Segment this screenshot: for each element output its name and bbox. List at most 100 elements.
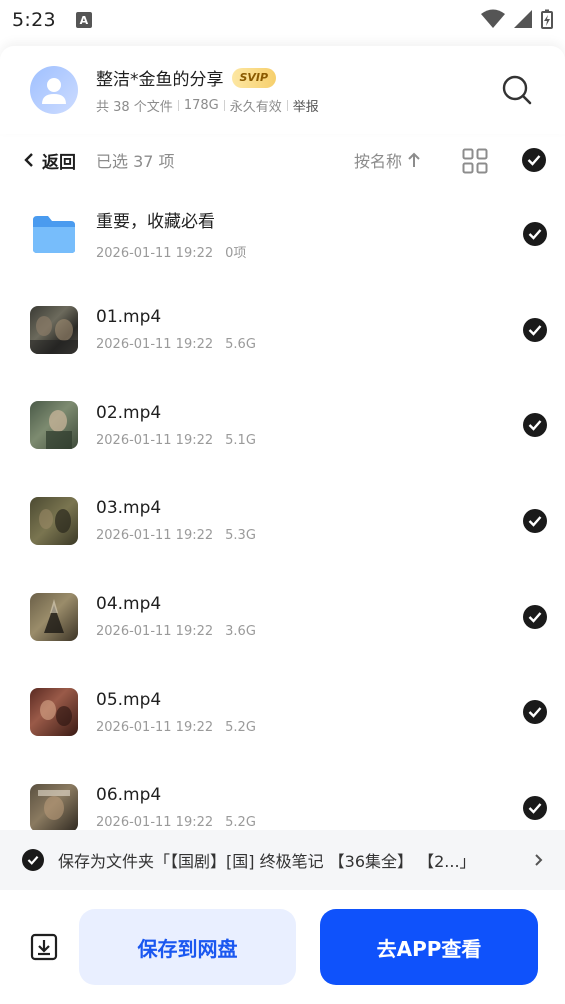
check-icon — [528, 611, 542, 623]
battery-icon — [541, 9, 553, 29]
check-icon — [528, 229, 542, 240]
list-item[interactable]: 03.mp4 2026-01-11 19:22 5.3G — [0, 473, 565, 569]
file-info: 04.mp4 2026-01-11 19:22 3.6G — [96, 594, 523, 639]
select-all-checkbox[interactable] — [522, 148, 546, 172]
report-link[interactable]: 举报 — [293, 96, 319, 115]
status-time: 5:23 — [12, 9, 56, 31]
status-bar: 5:23 A — [0, 0, 565, 40]
item-checkbox[interactable] — [523, 795, 547, 820]
file-info: 01.mp4 2026-01-11 19:22 5.6G — [96, 307, 523, 352]
file-name: 04.mp4 — [96, 594, 162, 615]
save-path-checkbox[interactable] — [22, 849, 44, 871]
share-meta: 共 38 个文件 178G 永久有效 举报 — [96, 96, 499, 115]
list-item[interactable]: 重要，收藏必看 2026-01-11 19:22 0项 — [0, 186, 565, 282]
file-name: 重要，收藏必看 — [96, 211, 215, 232]
video-thumbnail — [30, 401, 78, 450]
file-size: 5.2G — [225, 719, 256, 735]
item-checkbox[interactable] — [523, 604, 547, 629]
share-header: 整洁*金鱼的分享 SVIP 共 38 个文件 178G 永久有效 举报 — [0, 46, 565, 134]
file-name: 02.mp4 — [96, 402, 162, 423]
search-button[interactable] — [499, 72, 535, 108]
file-meta: 2026-01-11 19:22 0项 — [96, 242, 523, 261]
share-size: 178G — [183, 98, 219, 113]
share-validity: 永久有效 — [229, 100, 282, 115]
check-icon — [527, 155, 541, 166]
file-date: 2026-01-11 19:22 — [96, 337, 214, 353]
file-size: 5.3G — [225, 528, 256, 544]
file-date: 2026-01-11 19:22 — [96, 624, 214, 640]
check-icon — [27, 855, 39, 865]
check-icon — [528, 516, 542, 527]
file-size: 5.2G — [225, 815, 256, 831]
grid-view-icon[interactable] — [462, 148, 488, 174]
sort-label: 按名称 — [354, 152, 403, 171]
download-icon — [30, 933, 58, 961]
file-date: 2026-01-11 19:22 — [96, 245, 214, 261]
status-icons — [481, 9, 553, 29]
file-info: 06.mp4 2026-01-11 19:22 5.2G — [96, 785, 523, 830]
file-date: 2026-01-11 19:22 — [96, 719, 214, 735]
user-icon — [42, 78, 66, 104]
divider — [286, 100, 288, 111]
video-thumbnail — [30, 688, 78, 737]
file-info: 03.mp4 2026-01-11 19:22 5.3G — [96, 498, 523, 543]
file-meta: 2026-01-11 19:22 5.1G — [96, 433, 523, 448]
video-thumbnail — [30, 783, 78, 832]
signal-icon — [514, 10, 532, 28]
list-item[interactable]: 01.mp4 2026-01-11 19:22 5.6G — [0, 282, 565, 378]
file-name: 03.mp4 — [96, 498, 162, 519]
file-name: 05.mp4 — [96, 689, 162, 710]
check-icon — [528, 324, 542, 336]
chevron-left-icon — [24, 153, 33, 167]
list-item[interactable]: 05.mp4 2026-01-11 19:22 5.2G — [0, 664, 565, 760]
item-checkbox[interactable] — [523, 413, 547, 438]
wifi-icon — [481, 9, 505, 28]
share-title: 整洁*金鱼的分享 — [96, 70, 224, 90]
save-path-text: 保存为文件夹「【国剧】[国] 终极笔记 【36集全】 【2...」 — [58, 852, 476, 871]
file-info: 02.mp4 2026-01-11 19:22 5.1G — [96, 403, 523, 448]
check-icon — [528, 803, 542, 814]
file-meta: 2026-01-11 19:22 3.6G — [96, 624, 523, 639]
file-name: 01.mp4 — [96, 307, 162, 328]
video-thumbnail — [30, 305, 78, 354]
file-size: 5.1G — [225, 432, 256, 448]
check-icon — [528, 707, 542, 719]
back-button[interactable]: 返回 — [22, 148, 76, 173]
bottom-bar: 保存到网盘 去APP查看 — [0, 890, 565, 1004]
item-checkbox[interactable] — [523, 221, 547, 246]
toolbar: 返回 已选 37 项 按名称 — [0, 140, 565, 180]
divider — [177, 100, 179, 111]
arrow-up-icon — [408, 152, 420, 167]
file-name: 06.mp4 — [96, 785, 162, 806]
video-thumbnail — [30, 496, 78, 545]
check-icon — [528, 420, 542, 431]
file-info: 05.mp4 2026-01-11 19:22 5.2G — [96, 690, 523, 735]
chevron-right-icon — [535, 854, 543, 866]
folder-icon — [30, 210, 78, 258]
file-info: 重要，收藏必看 2026-01-11 19:22 0项 — [96, 207, 523, 261]
divider — [223, 100, 225, 111]
notification-icon: A — [75, 12, 92, 28]
file-meta: 2026-01-11 19:22 5.6G — [96, 337, 523, 352]
list-item[interactable]: 02.mp4 2026-01-11 19:22 5.1G — [0, 377, 565, 473]
back-label: 返回 — [42, 152, 76, 173]
avatar[interactable] — [30, 66, 78, 114]
file-meta: 2026-01-11 19:22 5.2G — [96, 720, 523, 735]
item-checkbox[interactable] — [523, 317, 547, 342]
open-in-app-button[interactable]: 去APP查看 — [320, 909, 538, 985]
file-list: 重要，收藏必看 2026-01-11 19:22 0项 01.mp4 2026-0… — [0, 186, 565, 856]
list-item[interactable]: 04.mp4 2026-01-11 19:22 3.6G — [0, 569, 565, 665]
file-date: 2026-01-11 19:22 — [96, 528, 214, 544]
file-date: 2026-01-11 19:22 — [96, 432, 214, 448]
save-to-drive-button[interactable]: 保存到网盘 — [79, 909, 296, 985]
item-checkbox[interactable] — [523, 508, 547, 533]
video-thumbnail — [30, 592, 78, 641]
download-button[interactable] — [28, 931, 60, 963]
svip-badge: SVIP — [231, 67, 277, 88]
item-checkbox[interactable] — [523, 700, 547, 725]
save-path-bar[interactable]: 保存为文件夹「【国剧】[国] 终极笔记 【36集全】 【2...」 — [0, 830, 565, 890]
file-size: 0项 — [225, 245, 247, 261]
sort-button[interactable]: 按名称 — [354, 148, 422, 172]
file-meta: 2026-01-11 19:22 5.2G — [96, 815, 523, 830]
file-size: 3.6G — [225, 624, 256, 640]
